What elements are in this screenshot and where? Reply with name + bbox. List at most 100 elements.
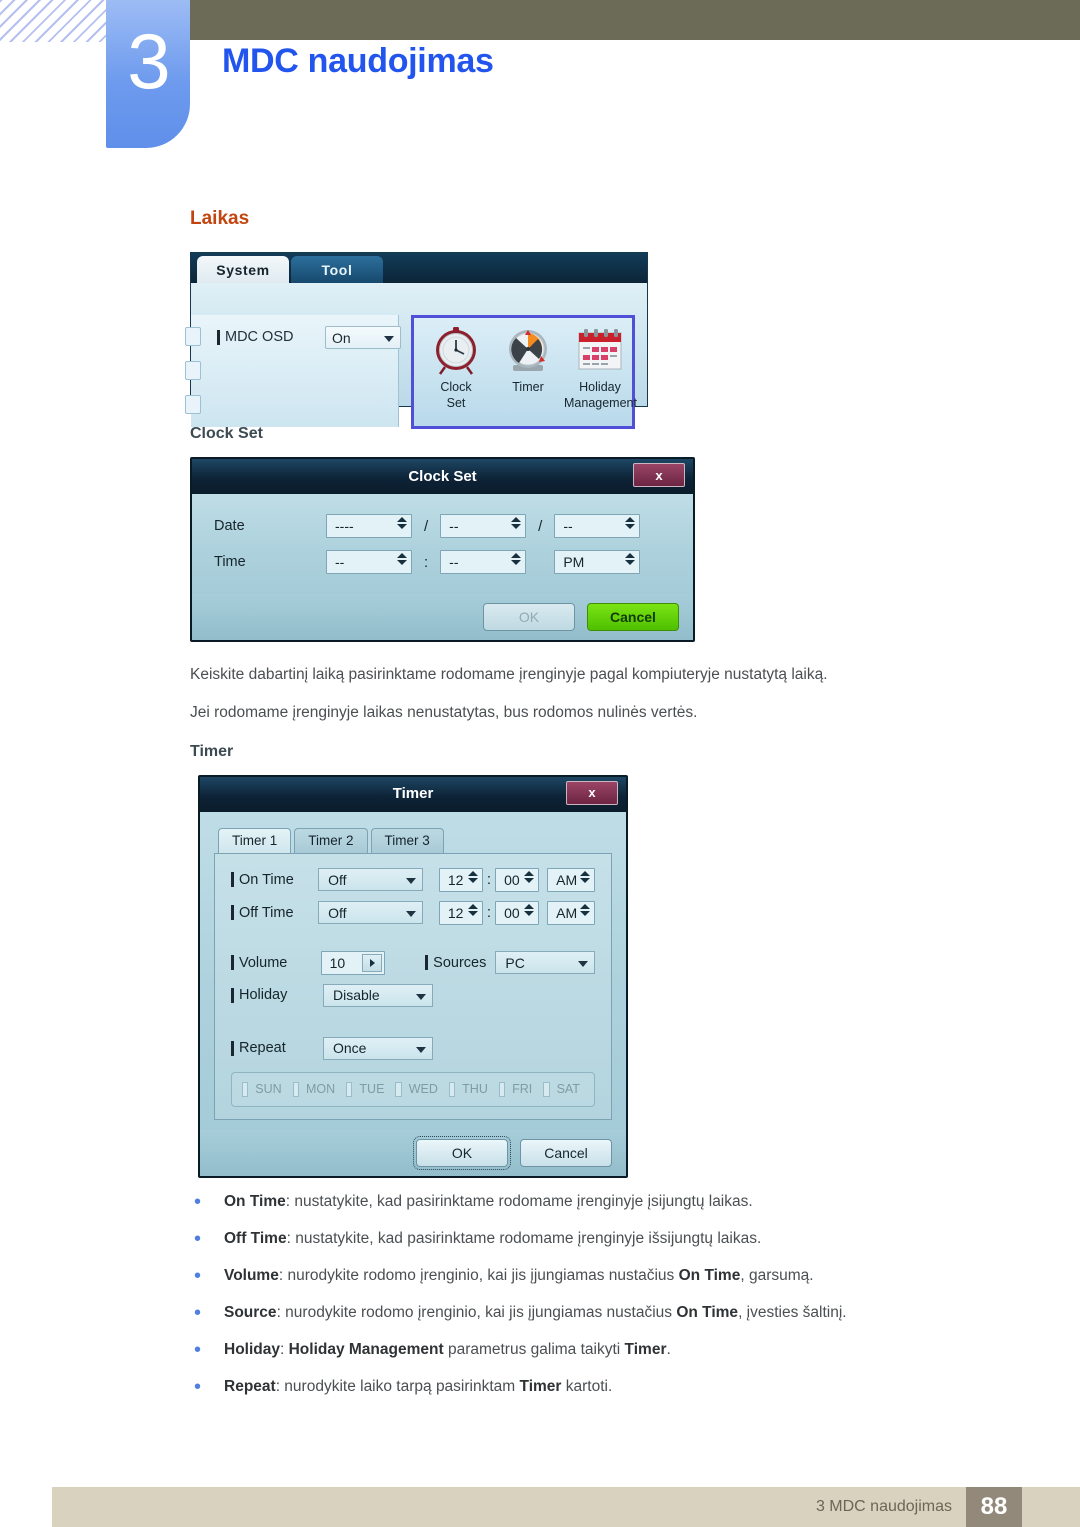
spinner-arrows-icon[interactable] [467,903,478,916]
off-time-meridiem-spinner[interactable]: AM [547,900,595,925]
clock-set-body: Date ---- / -- / -- Time --: -- PM [192,493,693,594]
on-time-state-select[interactable]: Off [318,868,423,892]
date-day-value: -- [563,518,573,534]
list-item: • Holiday: Holiday Management parametrus… [190,1340,950,1361]
clock-set-ok-button[interactable]: OK [483,603,575,631]
off-time-state-select[interactable]: Off [318,901,423,925]
date-day-spinner[interactable]: -- [554,514,641,538]
mdc-osd-select[interactable]: On [325,326,401,349]
spinner-arrows-icon[interactable] [524,870,535,883]
checkbox-tue[interactable] [346,1081,353,1097]
sources-select[interactable]: PC [495,951,595,975]
spinner-arrows-icon[interactable] [511,553,522,565]
holiday-label-wrap: Holiday [231,987,323,1003]
tab-timer-1[interactable]: Timer 1 [218,827,292,853]
spinner-arrows-icon[interactable] [397,517,407,529]
checkbox-mon[interactable] [292,1081,299,1097]
ribbon-item-holiday-management[interactable]: Holiday Management [564,322,637,410]
tab-timer-3[interactable]: Timer 3 [370,827,444,853]
spinner-arrows-icon[interactable] [625,517,636,529]
close-icon[interactable]: x [633,463,685,487]
timer-ok-button[interactable]: OK [413,1135,511,1170]
sources-label-wrap: Sources [425,955,486,971]
chevron-down-icon [578,961,588,968]
on-time-row: On Time Off 12 : 00 AM [231,867,595,892]
bullet-rest: : nurodykite rodomo įrenginio, kai jis į… [276,1303,677,1321]
checkbox-sun[interactable] [242,1081,249,1097]
ribbon-item-timer[interactable]: Timer [492,322,564,394]
bullet-rest: : nurodykite rodomo įrenginio, kai jis į… [278,1266,679,1284]
checkbox-wed[interactable] [395,1081,402,1097]
clock-icon [420,322,492,378]
timer-cancel-button[interactable]: Cancel [520,1138,612,1167]
bullet-term-2: Timer [519,1377,562,1395]
repeat-label-wrap: Repeat [231,1040,323,1056]
bullet-term-2: On Time [678,1266,741,1284]
bullet-tick-icon [231,872,234,888]
date-year-spinner[interactable]: ---- [326,514,412,538]
chevron-down-icon [416,1046,426,1053]
spinner-arrows-icon[interactable] [467,870,478,883]
bullet-rest-2: kartoti. [561,1377,613,1395]
bullet-rest: : nustatykite, kad pasirinktame rodomame… [286,1229,762,1247]
timer-tab-strip: Timer 1 Timer 2 Timer 3 [214,827,612,853]
volume-stepper[interactable]: 10 [320,950,386,975]
time-meridiem-spinner[interactable]: PM [554,550,641,574]
mdc-ribbon-screenshot: System Tool MDC OSD On Clock Set Timer H… [185,252,648,429]
bullet-term: Repeat [224,1377,276,1395]
spinner-arrows-icon[interactable] [397,553,407,565]
bullet-text: Off Time: nustatykite, kad pasirinktame … [224,1229,761,1250]
date-year-value: ---- [335,518,354,534]
ribbon-item-label-2: Set [446,396,466,410]
volume-value: 10 [329,954,346,971]
off-time-minute-value: 00 [504,904,520,921]
chevron-down-icon [405,878,416,885]
ribbon-tab-tool[interactable]: Tool [291,256,383,283]
date-separator-2: / [538,517,543,535]
spinner-arrows-icon[interactable] [580,903,590,916]
volume-sources-row: Volume 10 Sources PC [231,950,595,975]
off-time-minute-spinner[interactable]: 00 [495,900,540,925]
holiday-select[interactable]: Disable [323,983,433,1007]
volume-label-wrap: Volume [231,955,321,971]
spinner-arrows-icon[interactable] [580,870,590,883]
spinner-arrows-icon[interactable] [511,517,522,529]
spinner-arrows-icon[interactable] [625,553,636,565]
spinner-arrows-icon[interactable] [524,903,535,916]
chapter-number: 3 [127,17,170,105]
on-time-meridiem-spinner[interactable]: AM [547,867,595,892]
checkbox-thu[interactable] [448,1081,456,1097]
holiday-value: Disable [333,987,380,1004]
off-time-hour-spinner[interactable]: 12 [438,900,483,925]
checkbox-sat[interactable] [543,1081,550,1097]
tab-timer-2[interactable]: Timer 2 [294,827,368,853]
repeat-select[interactable]: Once [323,1036,433,1060]
clock-set-dialog: Clock Set x Date ---- / -- / -- Time -- … [190,457,695,642]
list-item: • Volume: nurodykite rodomo įrenginio, k… [190,1266,950,1287]
date-separator-1: / [424,517,429,535]
list-item: • On Time: nustatykite, kad pasirinktame… [190,1192,950,1213]
page-footer: 3 MDC naudojimas 88 [52,1487,1080,1527]
ribbon-tab-system[interactable]: System [197,256,289,283]
ribbon-body: MDC OSD On Clock Set Timer Holiday Manag… [185,283,647,429]
day-label-thu: THU [462,1082,488,1097]
ribbon-item-label: Holiday [579,380,621,394]
bullet-rest: : nustatykite, kad pasirinktame rodomame… [285,1192,753,1210]
checkbox-fri[interactable] [498,1081,506,1097]
close-icon[interactable]: x [566,780,618,805]
on-time-minute-spinner[interactable]: 00 [495,867,540,892]
date-month-spinner[interactable]: -- [440,514,527,538]
ribbon-item-clock-set[interactable]: Clock Set [420,322,492,410]
volume-slider-handle-icon[interactable] [362,953,383,972]
repeat-row: Repeat Once [231,1036,595,1060]
off-time-meridiem-value: AM [556,904,578,921]
timer-dialog-title: Timer [392,785,434,803]
time-minute-spinner[interactable]: -- [440,550,527,574]
on-time-hour-spinner[interactable]: 12 [438,867,483,892]
bullet-list: • On Time : nustatykite, kad pasirinktame… [190,1192,950,1398]
bullet-dot-icon: • [194,1190,202,1213]
bullet-rest-2: , garsumą. [740,1266,814,1284]
clock-set-date-row: Date ---- / -- / -- [214,514,671,538]
time-hour-spinner[interactable]: -- [326,550,412,574]
clock-set-cancel-button[interactable]: Cancel [587,603,679,631]
